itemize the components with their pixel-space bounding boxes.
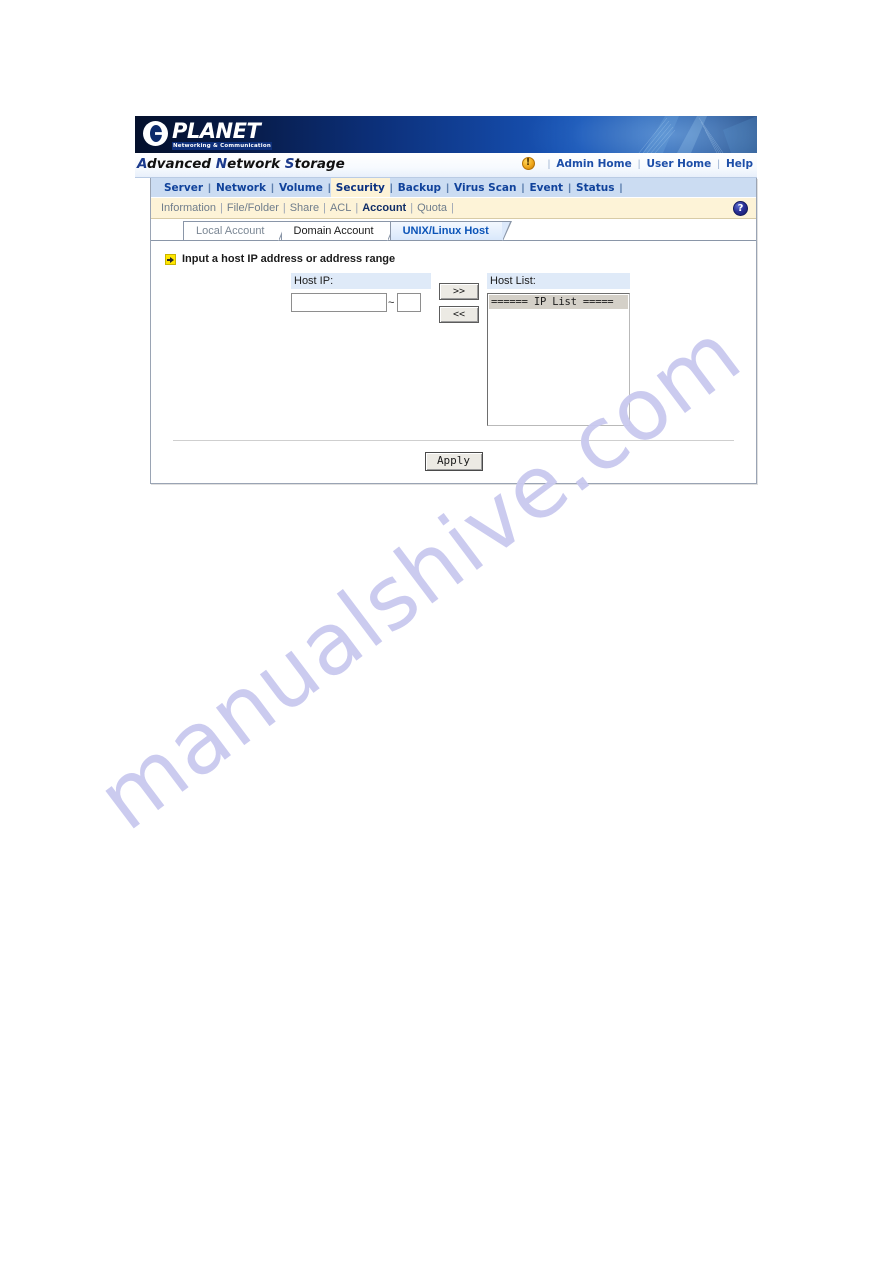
host-form: Host IP: ~ >> << Host List: ====== IP Li…: [163, 273, 744, 426]
nav-item-status[interactable]: Status: [571, 178, 619, 197]
hint-text: Input a host IP address or address range: [182, 253, 396, 265]
warning-icon[interactable]: [521, 157, 535, 170]
nav-item-virus-scan[interactable]: Virus Scan: [449, 178, 521, 197]
page-root: manualshive.com PLANET Networking & Comm…: [0, 0, 893, 1263]
top-link-separator-1: |: [637, 157, 641, 170]
host-ip-inputs: ~: [291, 293, 431, 312]
arrow-right-icon: [165, 253, 176, 265]
form-footer: Apply: [163, 441, 744, 483]
nav-divider-7: |: [619, 181, 623, 194]
nav-item-network[interactable]: Network: [211, 178, 271, 197]
tab-local-account[interactable]: Local Account: [183, 221, 287, 241]
nav-item-backup[interactable]: Backup: [393, 178, 446, 197]
subnav-item-account[interactable]: Account: [358, 202, 410, 214]
app-window: PLANET Networking & Communication Advanc…: [135, 116, 757, 484]
subnav-item-information[interactable]: Information: [157, 202, 220, 214]
tab-domain-account-label: Domain Account: [293, 225, 374, 237]
content-panel: Server | Network | Volume | Security | B…: [150, 178, 757, 484]
subnav-divider-5: |: [451, 202, 454, 214]
nav-item-event[interactable]: Event: [524, 178, 568, 197]
host-list-column: Host List: ====== IP List =====: [487, 273, 630, 426]
list-item[interactable]: ====== IP List =====: [489, 295, 628, 309]
top-link-help[interactable]: Help: [726, 158, 753, 170]
top-link-admin-home[interactable]: Admin Home: [556, 158, 631, 170]
planet-logo: PLANET Networking & Communication: [143, 119, 272, 150]
brand-banner: PLANET Networking & Communication: [135, 116, 757, 153]
subnav-item-quota[interactable]: Quota: [413, 202, 451, 214]
subnav-item-share[interactable]: Share: [286, 202, 323, 214]
host-ip-label: Host IP:: [291, 273, 431, 289]
apply-button[interactable]: Apply: [424, 451, 483, 471]
subnav-item-acl[interactable]: ACL: [326, 202, 355, 214]
page-title: Advanced Network Storage: [137, 156, 345, 172]
add-host-button[interactable]: >>: [439, 283, 479, 300]
nav-item-server[interactable]: Server: [159, 178, 208, 197]
sub-navigation: Information | File/Folder | Share | ACL …: [151, 198, 756, 219]
top-link-user-home[interactable]: User Home: [646, 158, 711, 170]
tab-unix-linux-host-label: UNIX/Linux Host: [402, 225, 489, 237]
nav-item-volume[interactable]: Volume: [274, 178, 328, 197]
tab-unix-linux-host[interactable]: UNIX/Linux Host: [389, 221, 512, 241]
top-link-separator-0: |: [547, 157, 551, 170]
tab-domain-account[interactable]: Domain Account: [280, 221, 397, 241]
top-links: | Admin Home | User Home | Help: [521, 157, 753, 170]
planet-logo-mark-icon: [143, 121, 168, 146]
host-list-label: Host List:: [487, 273, 630, 289]
top-link-separator-2: |: [717, 157, 720, 170]
planet-logo-text: PLANET Networking & Communication: [172, 121, 272, 150]
form-body: Input a host IP address or address range…: [151, 241, 756, 483]
main-navigation: Server | Network | Volume | Security | B…: [151, 178, 756, 198]
planet-logo-wordmark: PLANET: [172, 119, 261, 143]
nav-item-security[interactable]: Security: [330, 178, 390, 197]
title-bar: Advanced Network Storage | Admin Home | …: [135, 153, 757, 178]
tab-strip: Local Account Domain Account UNIX/Linux …: [151, 219, 756, 241]
tab-local-account-label: Local Account: [196, 225, 265, 237]
banner-architecture-art: [547, 116, 757, 153]
host-ip-start-input[interactable]: [291, 293, 387, 312]
subnav-item-file-folder[interactable]: File/Folder: [223, 202, 283, 214]
hint-row: Input a host IP address or address range: [165, 253, 744, 265]
planet-logo-tagline: Networking & Communication: [172, 142, 272, 150]
host-ip-column: Host IP: ~: [291, 273, 431, 312]
host-ip-range-separator: ~: [388, 296, 395, 309]
host-list-box[interactable]: ====== IP List =====: [487, 293, 630, 426]
help-icon[interactable]: [733, 201, 748, 216]
transfer-buttons: >> <<: [431, 273, 487, 323]
host-ip-end-input[interactable]: [397, 293, 422, 312]
remove-host-button[interactable]: <<: [439, 306, 479, 323]
